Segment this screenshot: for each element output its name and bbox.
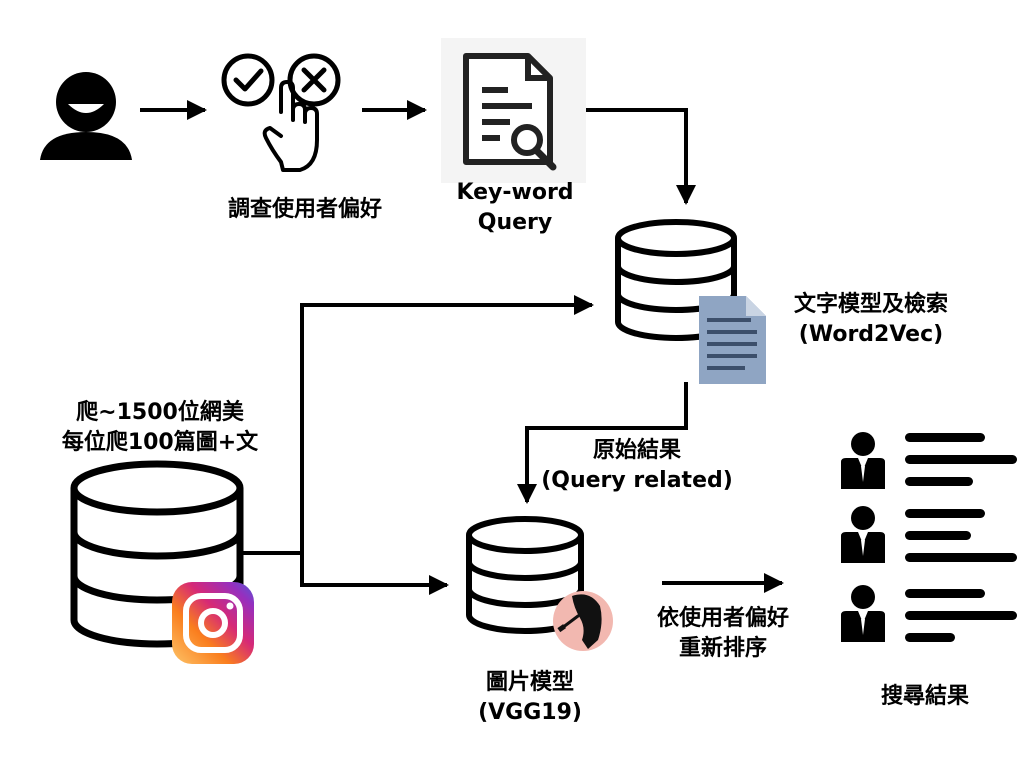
raw-results-label-line2: (Query related) [541, 468, 733, 493]
text-model-label-line1: 文字模型及檢索 [793, 292, 948, 317]
text-model-label-line2: (Word2Vec) [798, 322, 944, 347]
result-item-2 [841, 506, 1017, 563]
makeup-portrait-icon [553, 591, 613, 651]
raw-results-label-line1: 原始結果 [592, 438, 681, 463]
rerank-label-line1: 依使用者偏好 [656, 606, 789, 631]
rerank-label-line2: 重新排序 [678, 636, 767, 661]
document-search-icon [441, 38, 586, 183]
image-model-label: 圖片模型 (VGG19) [455, 668, 605, 728]
person-icon [841, 506, 885, 563]
crawl-label: 爬~1500位網美 每位爬100篇圖+文 [40, 398, 280, 458]
rerank-label: 依使用者偏好 重新排序 [628, 604, 818, 664]
crawl-label-line1: 爬~1500位網美 [76, 400, 244, 425]
person-icon [841, 432, 885, 489]
text-document-icon [699, 296, 766, 384]
check-circle-icon [221, 53, 275, 107]
result-item-3 [841, 585, 1017, 642]
survey-choice-icon [221, 53, 341, 172]
search-results-label: 搜尋結果 [880, 684, 969, 709]
flow-diagram [40, 38, 1017, 664]
result-item-1 [841, 432, 1017, 489]
person-icon [841, 585, 885, 642]
user-icon [40, 72, 132, 160]
crawl-label-line2: 每位爬100篇圖+文 [61, 430, 259, 455]
keyword-label-line1: Key-word [456, 180, 574, 205]
pointing-hand-icon [262, 80, 319, 172]
raw-results-label: 原始結果 (Query related) [537, 436, 737, 496]
instagram-logo-icon [172, 582, 254, 664]
survey-label: 調查使用者偏好 [227, 197, 382, 222]
text-model-label: 文字模型及檢索 (Word2Vec) [766, 290, 976, 350]
image-model-label-line1: 圖片模型 [485, 670, 574, 695]
cross-circle-icon [287, 53, 341, 107]
keyword-query-label: Key-word Query [440, 178, 590, 238]
arrow-query-to-textdb [586, 108, 696, 205]
image-model-label-line2: (VGG19) [478, 700, 582, 725]
arrow-igdb-to-imagedb [300, 553, 449, 595]
keyword-label-line2: Query [477, 210, 553, 235]
